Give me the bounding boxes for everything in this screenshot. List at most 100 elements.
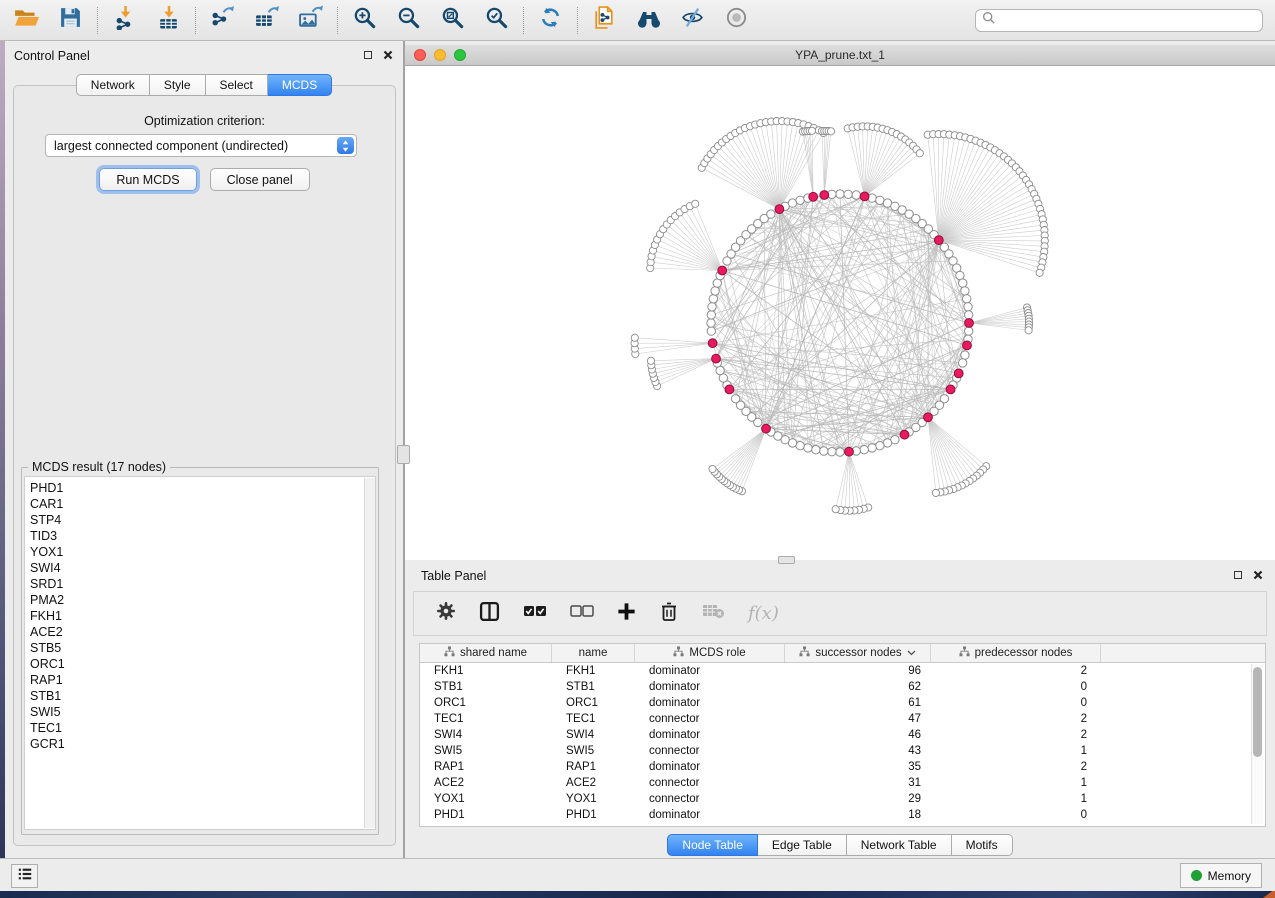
optimization-criterion-select[interactable]: largest connected component (undirected): [45, 134, 357, 157]
tab-style[interactable]: Style: [150, 74, 206, 96]
select-all-button[interactable]: [523, 602, 547, 626]
table-row[interactable]: YOX1YOX1connector291: [420, 791, 1265, 807]
mcds-result-item[interactable]: PHD1: [30, 480, 375, 496]
horizontal-splitter-handle[interactable]: [778, 556, 795, 564]
vertical-splitter-handle[interactable]: [397, 445, 410, 464]
run-mcds-button[interactable]: Run MCDS: [99, 168, 196, 191]
zoom-in-button[interactable]: [350, 6, 379, 35]
float-table-panel-icon[interactable]: [1232, 569, 1243, 580]
column-header-name[interactable]: name: [552, 644, 635, 662]
save-button[interactable]: [56, 6, 85, 35]
mcds-result-item[interactable]: STB5: [30, 640, 375, 656]
float-panel-icon[interactable]: [362, 49, 373, 60]
table-row[interactable]: PHD1PHD1dominator180: [420, 807, 1265, 823]
shared-column-icon: [799, 646, 810, 660]
table-scrollbar-thumb[interactable]: [1253, 667, 1262, 757]
search-icon: [982, 11, 996, 30]
column-label: name: [579, 647, 608, 659]
mcds-result-item[interactable]: PMA2: [30, 592, 375, 608]
export-network-button[interactable]: [208, 6, 237, 35]
table-row[interactable]: ACE2ACE2connector311: [420, 775, 1265, 791]
tab-node-table[interactable]: Node Table: [667, 834, 758, 856]
maximize-window-icon[interactable]: [454, 49, 466, 61]
zoom-fit-button[interactable]: [438, 6, 467, 35]
network-graph[interactable]: [405, 66, 1275, 560]
mcds-result-item[interactable]: FKH1: [30, 608, 375, 624]
close-panel-button[interactable]: Close panel: [210, 168, 310, 191]
table-cell: 2: [931, 759, 1101, 775]
split-pane-icon: [479, 601, 500, 627]
table-cell: RAP1: [420, 759, 552, 775]
table-cell: connector: [635, 775, 785, 791]
mcds-result-item[interactable]: SWI5: [30, 704, 375, 720]
tab-mcds[interactable]: MCDS: [268, 74, 332, 96]
mcds-result-item[interactable]: ACE2: [30, 624, 375, 640]
column-label: MCDS role: [689, 647, 745, 659]
search-input[interactable]: [996, 14, 1256, 28]
mcds-result-item[interactable]: SRD1: [30, 576, 375, 592]
memory-button[interactable]: Memory: [1180, 863, 1262, 888]
mcds-result-item[interactable]: RAP1: [30, 672, 375, 688]
open-file-button[interactable]: [12, 6, 41, 35]
export-image-button[interactable]: [296, 6, 325, 35]
clone-network-icon: [592, 5, 617, 35]
gear-button[interactable]: [436, 602, 456, 626]
tab-select[interactable]: Select: [206, 74, 268, 96]
table-row[interactable]: STB1STB1dominator620: [420, 679, 1265, 695]
table-row[interactable]: SWI5SWI5connector431: [420, 743, 1265, 759]
save-icon: [59, 6, 82, 34]
mcds-result-item[interactable]: YOX1: [30, 544, 375, 560]
binoculars-button[interactable]: [634, 6, 663, 35]
zoom-selected-button[interactable]: [482, 6, 511, 35]
mcds-result-item[interactable]: CAR1: [30, 496, 375, 512]
zoom-out-button[interactable]: [394, 6, 423, 35]
column-header-predecessor-nodes[interactable]: predecessor nodes: [931, 644, 1101, 662]
tab-network-table[interactable]: Network Table: [847, 834, 952, 856]
deselect-all-button[interactable]: [570, 602, 594, 626]
network-canvas[interactable]: [405, 66, 1275, 560]
tab-network[interactable]: Network: [76, 74, 150, 96]
table-row[interactable]: FKH1FKH1dominator962: [420, 663, 1265, 679]
delete-table-button[interactable]: [702, 602, 725, 626]
close-table-panel-icon[interactable]: [1252, 569, 1263, 580]
clone-network-button[interactable]: [590, 6, 619, 35]
table-row[interactable]: RAP1RAP1dominator352: [420, 759, 1265, 775]
table-row[interactable]: ORC1ORC1dominator610: [420, 695, 1265, 711]
mcds-result-item[interactable]: GCR1: [30, 736, 375, 752]
tab-edge-table[interactable]: Edge Table: [758, 834, 847, 856]
hide-selected-button[interactable]: [678, 6, 707, 35]
shared-column-icon: [673, 646, 684, 660]
add-column-button[interactable]: [617, 602, 636, 626]
import-group: [98, 6, 195, 35]
network-window-titlebar[interactable]: YPA_prune.txt_1: [405, 45, 1275, 66]
show-all-button[interactable]: [722, 6, 751, 35]
column-header-MCDS-role[interactable]: MCDS role: [635, 644, 785, 662]
function-builder-button[interactable]: f(x): [748, 602, 779, 626]
close-window-icon[interactable]: [414, 49, 426, 61]
mcds-result-scrollbar[interactable]: [364, 478, 375, 828]
mcds-result-item[interactable]: SWI4: [30, 560, 375, 576]
close-panel-icon[interactable]: [382, 49, 393, 60]
refresh-button[interactable]: [536, 6, 565, 35]
table-row[interactable]: TEC1TEC1connector472: [420, 711, 1265, 727]
mcds-result-item[interactable]: TID3: [30, 528, 375, 544]
split-pane-button[interactable]: [479, 602, 500, 626]
delete-column-button[interactable]: [659, 602, 679, 626]
tab-motifs[interactable]: Motifs: [952, 834, 1013, 856]
table-row[interactable]: SWI4SWI4dominator462: [420, 727, 1265, 743]
column-header-successor-nodes[interactable]: successor nodes: [785, 644, 931, 662]
mcds-result-item[interactable]: STP4: [30, 512, 375, 528]
mcds-result-item[interactable]: ORC1: [30, 656, 375, 672]
minimize-window-icon[interactable]: [434, 49, 446, 61]
table-scrollbar[interactable]: [1251, 664, 1263, 824]
task-history-button[interactable]: [11, 864, 38, 888]
import-network-button[interactable]: [110, 6, 139, 35]
column-header-shared-name[interactable]: shared name: [420, 644, 552, 662]
import-table-button[interactable]: [154, 6, 183, 35]
export-table-button[interactable]: [252, 6, 281, 35]
open-file-icon: [14, 7, 40, 34]
mcds-result-item[interactable]: STB1: [30, 688, 375, 704]
show-all-icon: [724, 5, 749, 35]
mcds-result-item[interactable]: TEC1: [30, 720, 375, 736]
mcds-tab-pane: Optimization criterion: largest connecte…: [13, 85, 396, 846]
